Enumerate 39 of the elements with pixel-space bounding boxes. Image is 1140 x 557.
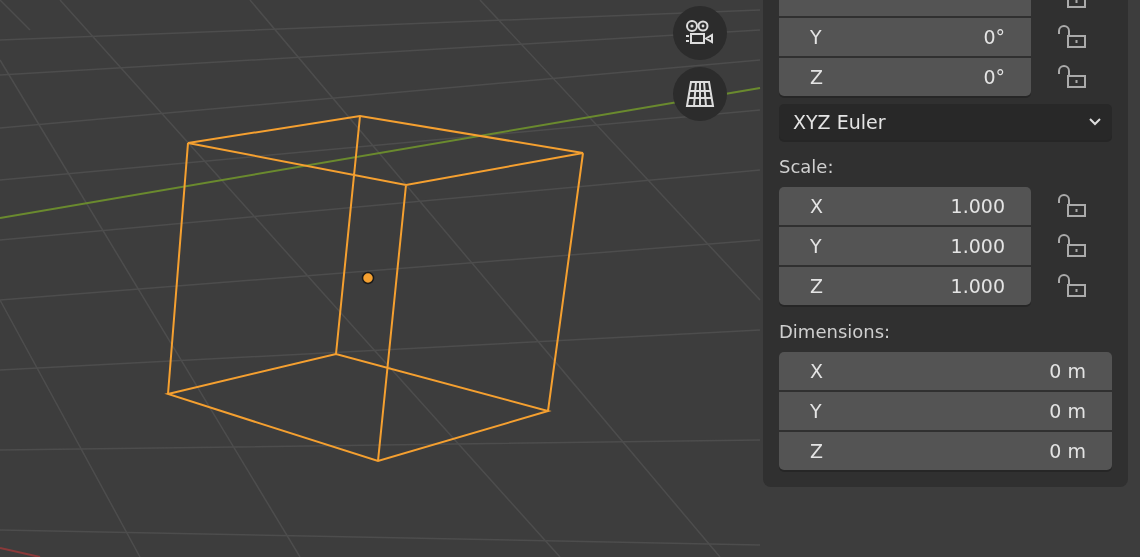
number-field[interactable]: Y 1.000 [779, 227, 1031, 265]
section-label: Dimensions: [779, 321, 892, 342]
rotation-mode-dropdown[interactable]: XYZ Euler [779, 104, 1112, 140]
field-value: 1.000 [950, 235, 1005, 257]
unlocked-padlock-icon[interactable] [1056, 274, 1087, 298]
axis-label: Z [810, 275, 824, 297]
number-field[interactable]: Y 0° [779, 18, 1031, 56]
field-value: 1.000 [950, 195, 1005, 217]
field-value: 0° [983, 26, 1005, 48]
axis-label: X [810, 195, 824, 217]
axis-label: Z [810, 66, 824, 88]
axis-label: Y [810, 400, 822, 422]
field-value: 1.000 [950, 275, 1005, 297]
unlocked-padlock-icon[interactable] [1056, 65, 1087, 89]
unlocked-padlock-icon[interactable] [1056, 194, 1087, 218]
number-field[interactable]: X 1.000 [779, 187, 1031, 225]
unlocked-padlock-icon[interactable] [1056, 25, 1087, 49]
camera-view-button[interactable] [673, 6, 727, 60]
field-value: 0 m [1049, 400, 1086, 422]
chevron-down-icon [1088, 117, 1102, 127]
number-field[interactable]: Z 0° [779, 58, 1031, 96]
number-field[interactable]: Z 1.000 [779, 267, 1031, 305]
section-label: Scale: [779, 156, 835, 177]
grid-icon [684, 79, 716, 109]
axis-label: Y [810, 235, 822, 257]
field-value: 0° [983, 66, 1005, 88]
grid-view-button[interactable] [673, 67, 727, 121]
field-value: 0 m [1049, 440, 1086, 462]
unlocked-padlock-icon[interactable] [1056, 234, 1087, 258]
field-value: 0 m [1049, 360, 1086, 382]
number-field[interactable]: X 0 m [779, 352, 1112, 390]
number-field[interactable]: Y 0 m [779, 392, 1112, 430]
axis-line [0, 547, 41, 557]
dropdown-value: XYZ Euler [793, 111, 886, 133]
axis-label: Z [810, 440, 824, 462]
axis-label: Y [810, 26, 822, 48]
number-field[interactable]: Z 0 m [779, 432, 1112, 470]
axis-label: X [810, 360, 824, 382]
origin-point-icon [361, 271, 375, 285]
